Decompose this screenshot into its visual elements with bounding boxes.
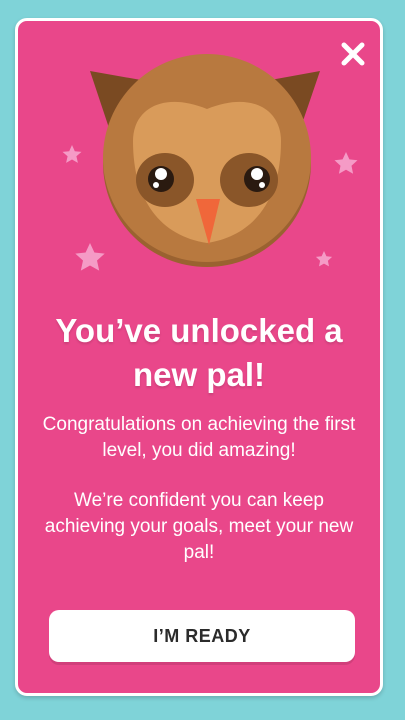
owl-right-glint	[251, 168, 263, 180]
star-icon	[62, 145, 82, 163]
unlock-title: You’ve unlocked a new pal!	[55, 312, 343, 393]
star-icon	[75, 243, 105, 271]
star-icon	[334, 152, 358, 174]
unlock-modal: You’ve unlocked a new pal! Congratulatio…	[15, 18, 383, 696]
owl-left-glint	[155, 168, 167, 180]
congrats-message: Congratulations on achieving the first l…	[42, 414, 356, 461]
im-ready-button[interactable]: I’M READY	[49, 610, 355, 662]
encouragement-message: We’re confident you can keep achieving y…	[44, 490, 354, 563]
owl-right-glint-small	[259, 182, 265, 188]
owl-illustration	[62, 54, 358, 271]
owl-left-glint-small	[153, 182, 159, 188]
star-icon	[315, 251, 333, 267]
